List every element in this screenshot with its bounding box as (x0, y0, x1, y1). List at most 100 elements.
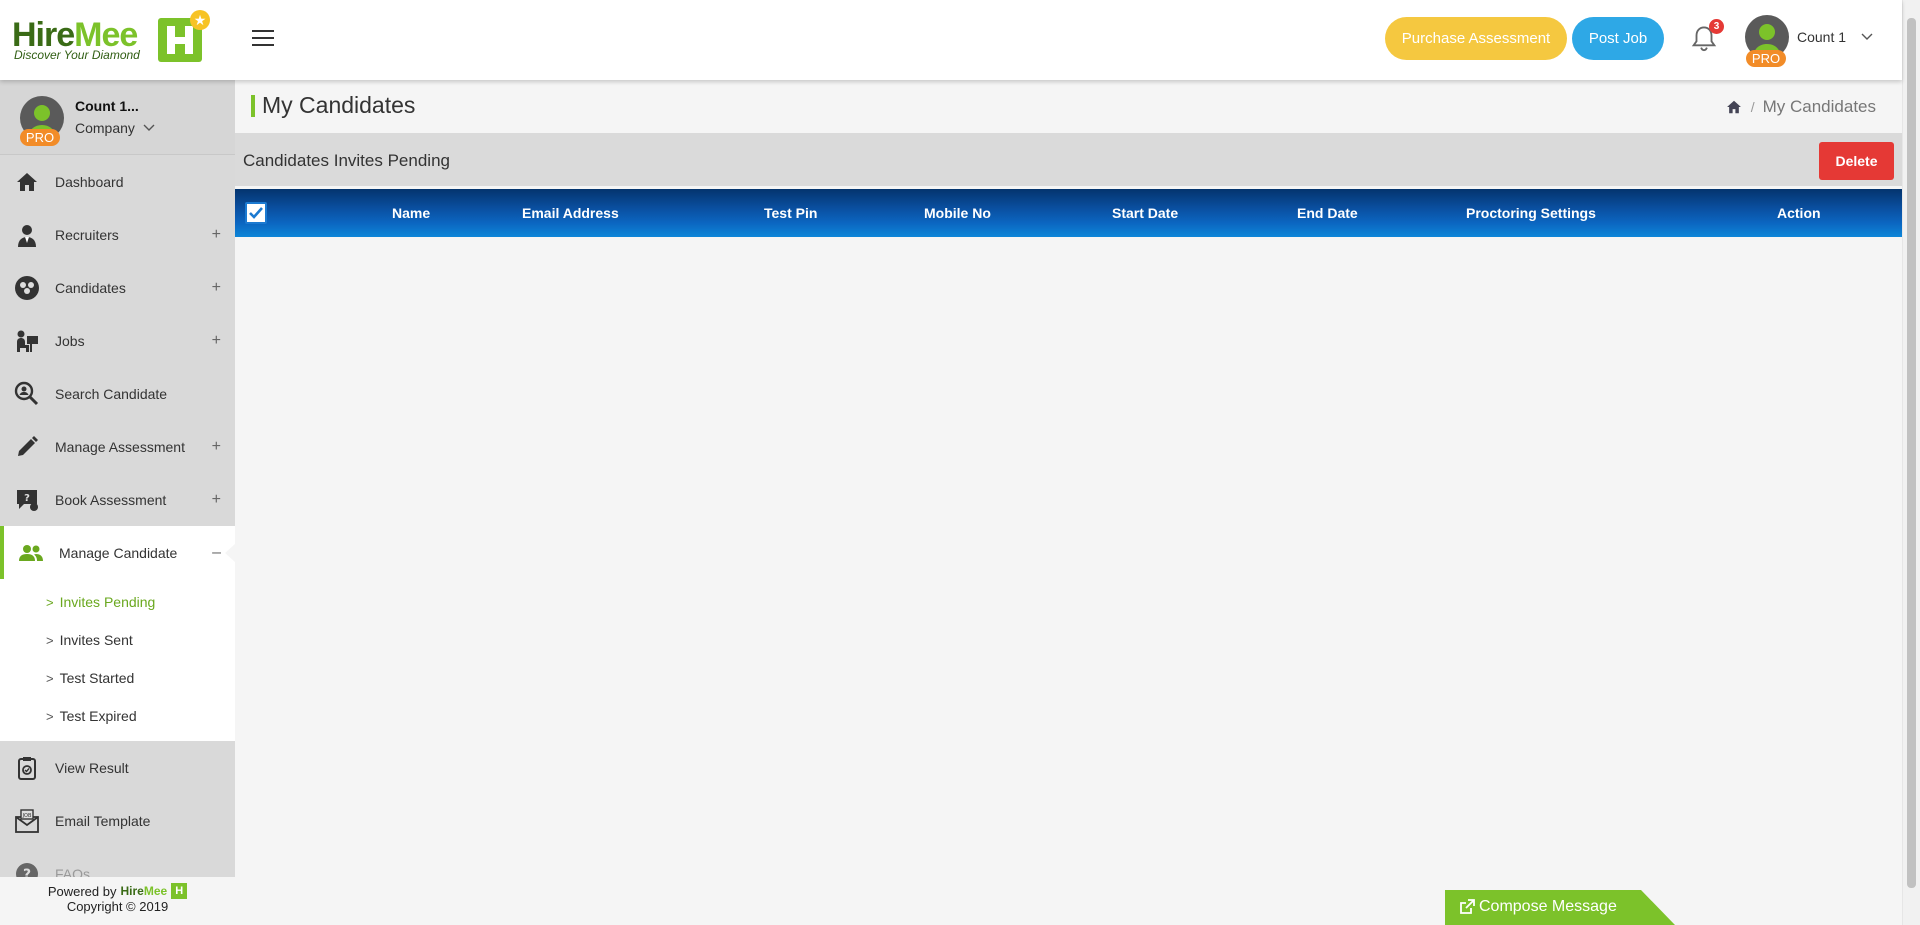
scrollbar-thumb[interactable] (1907, 18, 1916, 888)
recruiter-icon (18, 224, 36, 247)
sidebar-item-label: Search Candidate (55, 385, 168, 402)
users-icon (19, 544, 43, 561)
post-job-button[interactable]: Post Job (1572, 17, 1664, 60)
sidebar-item-label: Manage Assessment (55, 438, 185, 455)
powered-by-text: Powered by (47, 883, 117, 899)
collapse-minus-icon[interactable]: – (212, 544, 221, 562)
page-scrollbar[interactable] (1902, 0, 1920, 925)
profile-role[interactable]: Company (75, 120, 135, 136)
powered-by-footer: Powered by HireMee H Copyright © 2019 (0, 877, 235, 925)
user-name[interactable]: Count 1 (1797, 29, 1846, 45)
check-icon (249, 207, 263, 219)
expand-plus-icon[interactable]: + (212, 438, 221, 456)
sidebar-item-jobs[interactable]: Jobs + (0, 314, 235, 367)
book-assessment-icon: ? (17, 489, 38, 511)
breadcrumb-separator: / (1750, 99, 1755, 115)
profile-name: Count 1... (75, 98, 139, 114)
submenu-label: Invites Sent (59, 632, 133, 648)
sidebar-profile: PRO Count 1... Company (0, 80, 235, 155)
sidebar-item-label: Manage Candidate (59, 544, 178, 561)
hiremee-logo[interactable]: HireMee Discover Your Diamond ★ (12, 10, 212, 68)
column-header-proctoring[interactable]: Proctoring Settings (1466, 205, 1596, 221)
manage-candidate-submenu: > Invites Pending > Invites Sent > Test Sta… (0, 579, 235, 741)
column-header-start-date[interactable]: Start Date (1112, 205, 1178, 221)
top-header: HireMee Discover Your Diamond ★ Purchase… (0, 0, 1902, 80)
breadcrumb: / My Candidates (1725, 97, 1876, 117)
hamburger-menu-icon[interactable] (252, 30, 274, 48)
main-content: My Candidates / My Candidates Candidates… (235, 80, 1902, 925)
sidebar-item-label: Recruiters (55, 226, 119, 243)
panel-title: Candidates Invites Pending (243, 151, 450, 170)
sidebar-item-manage-assessment[interactable]: Manage Assessment + (0, 420, 235, 473)
pencil-icon (18, 435, 38, 456)
search-candidate-icon (14, 381, 39, 405)
title-accent-bar (251, 95, 255, 117)
purchase-assessment-button[interactable]: Purchase Assessment (1385, 17, 1567, 60)
sidebar-menu: Dashboard Recruiters + Candidates + Jobs… (0, 155, 235, 900)
hiremee-mini-logo: HireMee (120, 884, 168, 898)
submenu-label: Test Expired (59, 708, 137, 724)
pro-badge: PRO (1746, 50, 1786, 67)
expand-plus-icon[interactable]: + (212, 491, 221, 509)
chevron-right-icon: > (46, 632, 54, 648)
pro-badge: PRO (20, 129, 60, 146)
sidebar-item-label: Dashboard (55, 173, 124, 190)
svg-text:JOB: JOB (22, 813, 32, 819)
chevron-right-icon: > (46, 708, 54, 724)
sidebar-item-recruiters[interactable]: Recruiters + (0, 208, 235, 261)
sidebar: PRO Count 1... Company Dashboard Recruit… (0, 80, 235, 925)
sidebar-item-book-assessment[interactable]: ? Book Assessment + (0, 473, 235, 526)
compose-message-label: Compose Message (1479, 898, 1617, 915)
jobs-icon (17, 330, 38, 352)
sidebar-item-label: Jobs (55, 332, 85, 349)
column-header-mobile[interactable]: Mobile No (924, 205, 991, 221)
chevron-down-icon[interactable] (142, 120, 156, 134)
submenu-label: Invites Pending (59, 594, 156, 610)
page-title: My Candidates (262, 92, 416, 118)
sidebar-item-email-template[interactable]: JOB Email Template (0, 794, 235, 847)
expand-plus-icon[interactable]: + (212, 279, 221, 297)
submenu-item-invites-sent[interactable]: > Invites Sent (0, 621, 235, 659)
submenu-item-test-started[interactable]: > Test Started (0, 659, 235, 697)
home-icon[interactable] (1725, 98, 1743, 116)
expand-plus-icon[interactable]: + (212, 226, 221, 244)
chevron-right-icon: > (46, 670, 54, 686)
sidebar-item-label: Book Assessment (55, 491, 167, 508)
column-header-end-date[interactable]: End Date (1297, 205, 1358, 221)
copyright-text: Copyright © 2019 (66, 899, 169, 914)
expand-plus-icon[interactable]: + (212, 332, 221, 350)
table-body (235, 237, 1902, 925)
chevron-right-icon: > (46, 594, 54, 610)
sidebar-item-manage-candidate[interactable]: Manage Candidate – (0, 526, 235, 579)
column-header-test-pin[interactable]: Test Pin (764, 205, 817, 221)
external-link-icon (1460, 899, 1475, 914)
submenu-item-test-expired[interactable]: > Test Expired (0, 697, 235, 735)
submenu-label: Test Started (59, 670, 135, 686)
sidebar-item-candidates[interactable]: Candidates + (0, 261, 235, 314)
home-icon (17, 172, 37, 191)
column-header-email[interactable]: Email Address (522, 205, 619, 221)
clipboard-icon (18, 756, 36, 780)
sidebar-item-search-candidate[interactable]: Search Candidate (0, 367, 235, 420)
column-header-action[interactable]: Action (1777, 205, 1821, 221)
sidebar-item-dashboard[interactable]: Dashboard (0, 155, 235, 208)
notification-badge: 3 (1709, 19, 1724, 34)
star-icon: ★ (190, 10, 210, 30)
column-header-name[interactable]: Name (392, 205, 430, 221)
sidebar-item-label: Email Template (55, 812, 151, 829)
submenu-item-invites-pending[interactable]: > Invites Pending (0, 583, 235, 621)
candidates-icon (15, 275, 39, 300)
email-template-icon: JOB (15, 808, 39, 833)
delete-button[interactable]: Delete (1819, 142, 1894, 180)
logo-h-icon: H (171, 883, 188, 899)
sidebar-item-label: View Result (55, 759, 129, 776)
compose-message-button[interactable]: Compose Message (1445, 890, 1675, 925)
svg-text:?: ? (24, 493, 30, 504)
panel-header: Candidates Invites Pending Delete (235, 133, 1902, 186)
sidebar-item-view-result[interactable]: View Result (0, 741, 235, 794)
chevron-down-icon[interactable] (1860, 29, 1874, 43)
table-header: Name Email Address Test Pin Mobile No St… (235, 189, 1902, 237)
logo-tagline: Discover Your Diamond (14, 48, 140, 62)
select-all-checkbox[interactable] (245, 202, 267, 224)
sidebar-item-label: Candidates (55, 279, 126, 296)
